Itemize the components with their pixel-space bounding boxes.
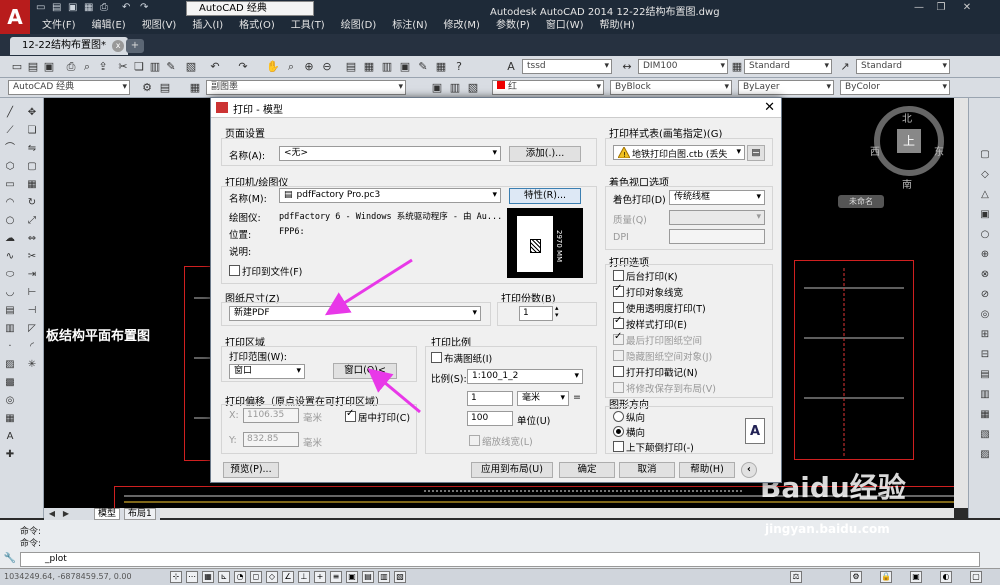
annotation-arrows — [324, 258, 421, 414]
